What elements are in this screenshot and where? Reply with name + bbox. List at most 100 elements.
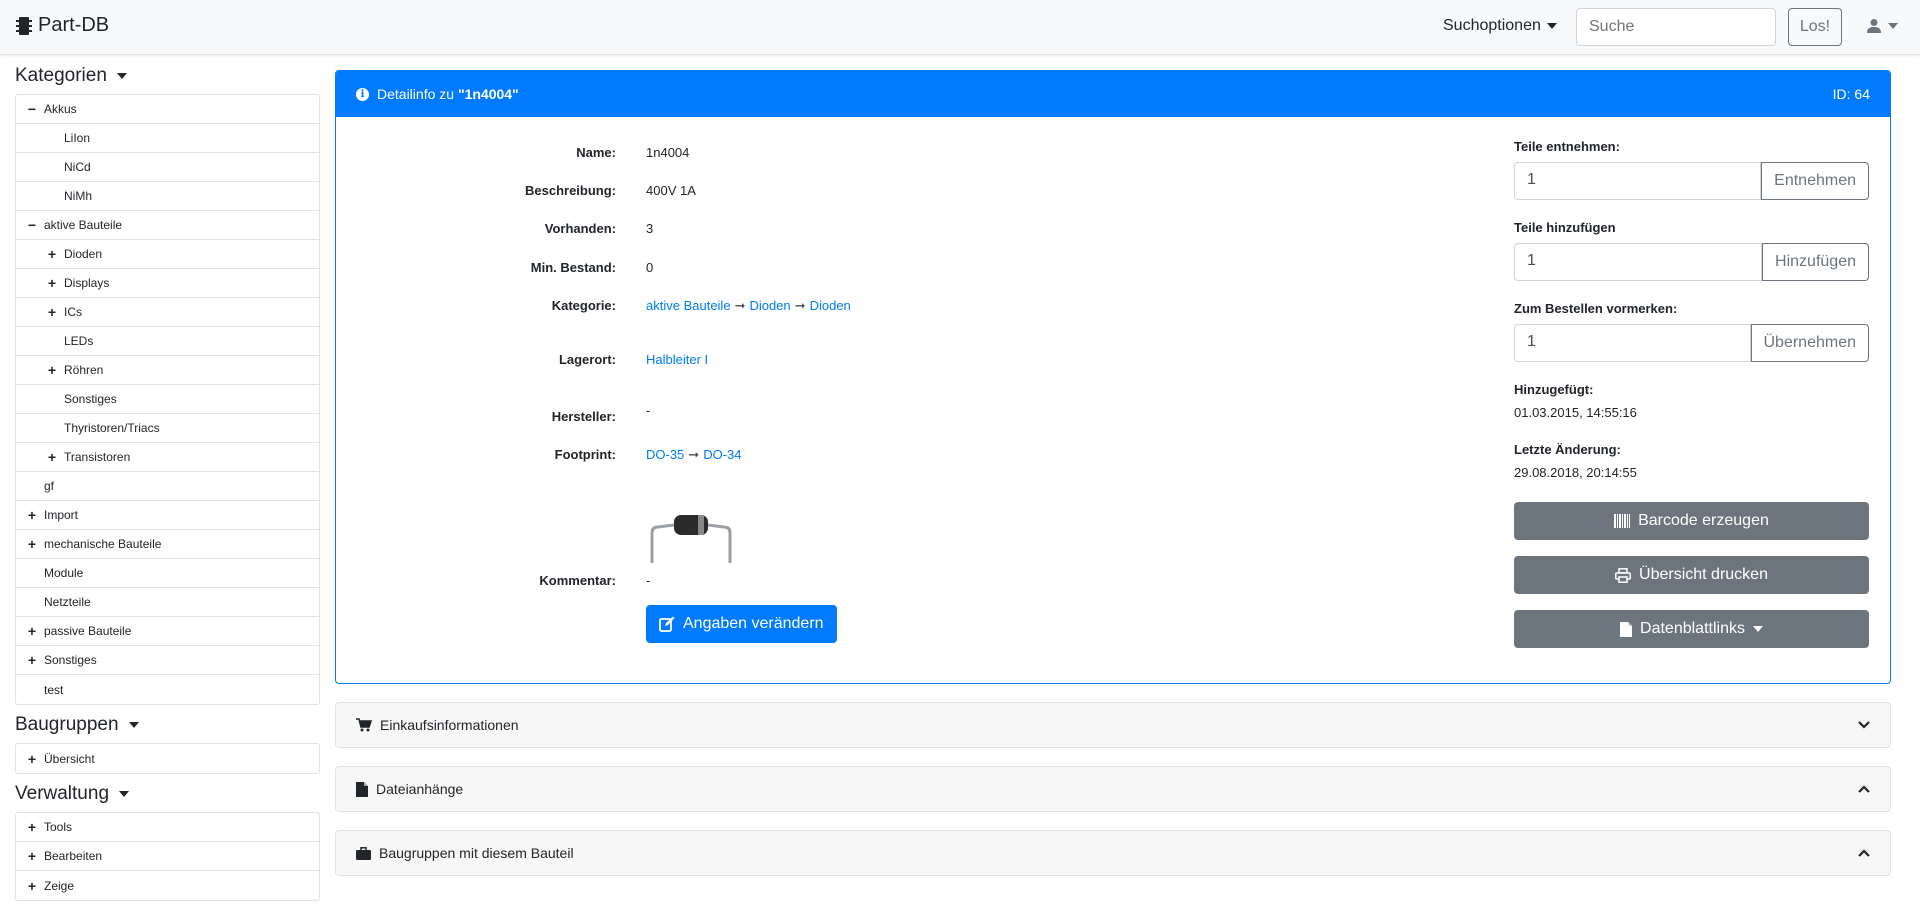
sidebar-item-label: Sonstiges [64,392,117,406]
sidebar-item[interactable]: + Sonstiges [16,646,319,675]
category-link-1[interactable]: aktive Bauteile [646,298,731,313]
sidebar-item[interactable]: + Bearbeiten [16,842,319,871]
storage-label: Lagerort: [558,352,616,367]
sidebar-item[interactable]: + Displays [16,269,319,298]
datasheet-button-label: Datenblattlinks [1640,620,1745,637]
sidebar-item[interactable]: NiCd [16,153,319,182]
barcode-icon [1614,514,1631,528]
order-quantity-input[interactable]: 1 [1514,324,1751,362]
sidebar-item-label: LEDs [64,334,94,348]
search-input[interactable] [1576,8,1776,46]
added-label: Hinzugefügt: [1514,382,1594,397]
take-quantity-input[interactable]: 1 [1514,162,1762,200]
groups-heading-label: Baugruppen [15,714,119,735]
sidebar-item[interactable]: + Zeige [16,871,319,900]
user-menu[interactable] [1866,18,1898,34]
admin-heading[interactable]: Verwaltung [15,780,320,808]
footprint-path: DO-35 ➞ DO-34 [646,447,742,463]
plus-icon[interactable]: + [26,536,38,552]
stock-label: Vorhanden: [544,221,616,236]
plus-icon[interactable]: + [26,623,38,639]
sidebar-item[interactable]: + Transistoren [16,443,319,472]
manufacturer-label: Hersteller: [551,409,616,424]
add-quantity-input[interactable]: 1 [1514,243,1763,281]
plus-icon[interactable]: + [26,652,38,668]
categories-heading-label: Kategorien [15,65,107,86]
sidebar-item[interactable]: − aktive Bauteile [16,211,319,240]
arrow-right-icon: ➞ [734,298,746,313]
briefcase-icon [356,846,371,860]
sidebar-item[interactable]: + Tools [16,813,319,842]
order-button[interactable]: Übernehmen [1750,324,1869,362]
storage-link[interactable]: Halbleiter I [646,352,708,367]
sidebar-item[interactable]: Thyristoren/Triacs [16,414,319,443]
footprint-image[interactable] [646,507,736,563]
plus-icon[interactable]: + [46,275,58,291]
sidebar-item[interactable]: + ICs [16,298,319,327]
sidebar-item[interactable]: + Import [16,501,319,530]
sidebar-item[interactable]: − Akkus [16,95,319,124]
card-body: Name: 1n4004 Beschreibung: 400V 1A Vorha… [336,117,1890,683]
category-path: aktive Bauteile ➞ Dioden ➞ Dioden [646,298,851,314]
groups-heading[interactable]: Baugruppen [15,711,320,739]
print-button[interactable]: Übersicht drucken [1514,556,1869,594]
sidebar-item[interactable]: + Röhren [16,356,319,385]
footprint-link-1[interactable]: DO-35 [646,447,684,462]
category-link-3[interactable]: Dioden [810,298,851,313]
cart-icon [356,718,372,732]
chevron-up-icon[interactable] [1858,785,1870,793]
sidebar-item-label: NiMh [64,189,93,203]
minus-icon[interactable]: − [26,101,38,117]
category-link-2[interactable]: Dioden [749,298,790,313]
search-button[interactable]: Los! [1788,8,1842,46]
sidebar-item[interactable]: + Übersicht [16,744,319,773]
added-date: 01.03.2015, 14:55:16 [1514,405,1637,420]
attachments-section[interactable]: Dateianhänge [335,766,1891,812]
plus-icon[interactable]: + [46,362,58,378]
assemblies-section[interactable]: Baugruppen mit diesem Bauteil [335,830,1891,876]
plus-icon[interactable]: + [46,304,58,320]
plus-icon[interactable]: + [26,848,38,864]
sidebar-item[interactable]: NiMh [16,182,319,211]
purchase-info-section[interactable]: Einkaufsinformationen [335,702,1891,748]
main-content: i Detailinfo zu "1n4004" ID: 64 Name: 1n… [335,70,1891,876]
search-options-dropdown[interactable]: Suchoptionen [1443,17,1557,35]
part-detail-card: i Detailinfo zu "1n4004" ID: 64 Name: 1n… [335,70,1891,684]
plus-icon[interactable]: + [26,507,38,523]
datasheet-dropdown-button[interactable]: Datenblattlinks [1514,610,1869,648]
brand-link[interactable]: Part-DB [16,14,109,37]
sidebar-item[interactable]: + passive Bauteile [16,617,319,646]
actions-panel: Teile entnehmen: 1 Entnehmen Teile hinzu… [1514,139,1869,664]
chevron-up-icon[interactable] [1858,849,1870,857]
minus-icon[interactable]: − [26,217,38,233]
chevron-down-icon[interactable] [1858,721,1870,729]
take-group: 1 Entnehmen [1514,162,1869,200]
print-button-label: Übersicht drucken [1639,566,1768,583]
card-header: i Detailinfo zu "1n4004" ID: 64 [336,71,1890,117]
name-label: Name: [576,145,616,160]
categories-heading[interactable]: Kategorien [15,62,320,90]
plus-icon[interactable]: + [26,878,38,894]
sidebar-item[interactable]: + Dioden [16,240,319,269]
caret-down-icon [128,722,139,728]
title-part-name: "1n4004" [457,86,519,102]
sidebar-item[interactable]: Netzteile [16,588,319,617]
sidebar-item-label: aktive Bauteile [44,218,123,232]
sidebar-item-label: ICs [64,305,82,319]
plus-icon[interactable]: + [26,751,38,767]
plus-icon[interactable]: + [46,246,58,262]
sidebar-item[interactable]: LEDs [16,327,319,356]
sidebar-item[interactable]: gf [16,472,319,501]
sidebar-item[interactable]: test [16,675,319,704]
plus-icon[interactable]: + [26,819,38,835]
edit-part-button[interactable]: Angaben verändern [646,605,837,643]
take-button[interactable]: Entnehmen [1761,162,1869,200]
sidebar-item[interactable]: Module [16,559,319,588]
barcode-button[interactable]: Barcode erzeugen [1514,502,1869,540]
plus-icon[interactable]: + [46,449,58,465]
sidebar-item[interactable]: Sonstiges [16,385,319,414]
footprint-link-2[interactable]: DO-34 [703,447,741,462]
add-button[interactable]: Hinzufügen [1762,243,1869,281]
sidebar-item[interactable]: LiIon [16,124,319,153]
sidebar-item[interactable]: + mechanische Bauteile [16,530,319,559]
